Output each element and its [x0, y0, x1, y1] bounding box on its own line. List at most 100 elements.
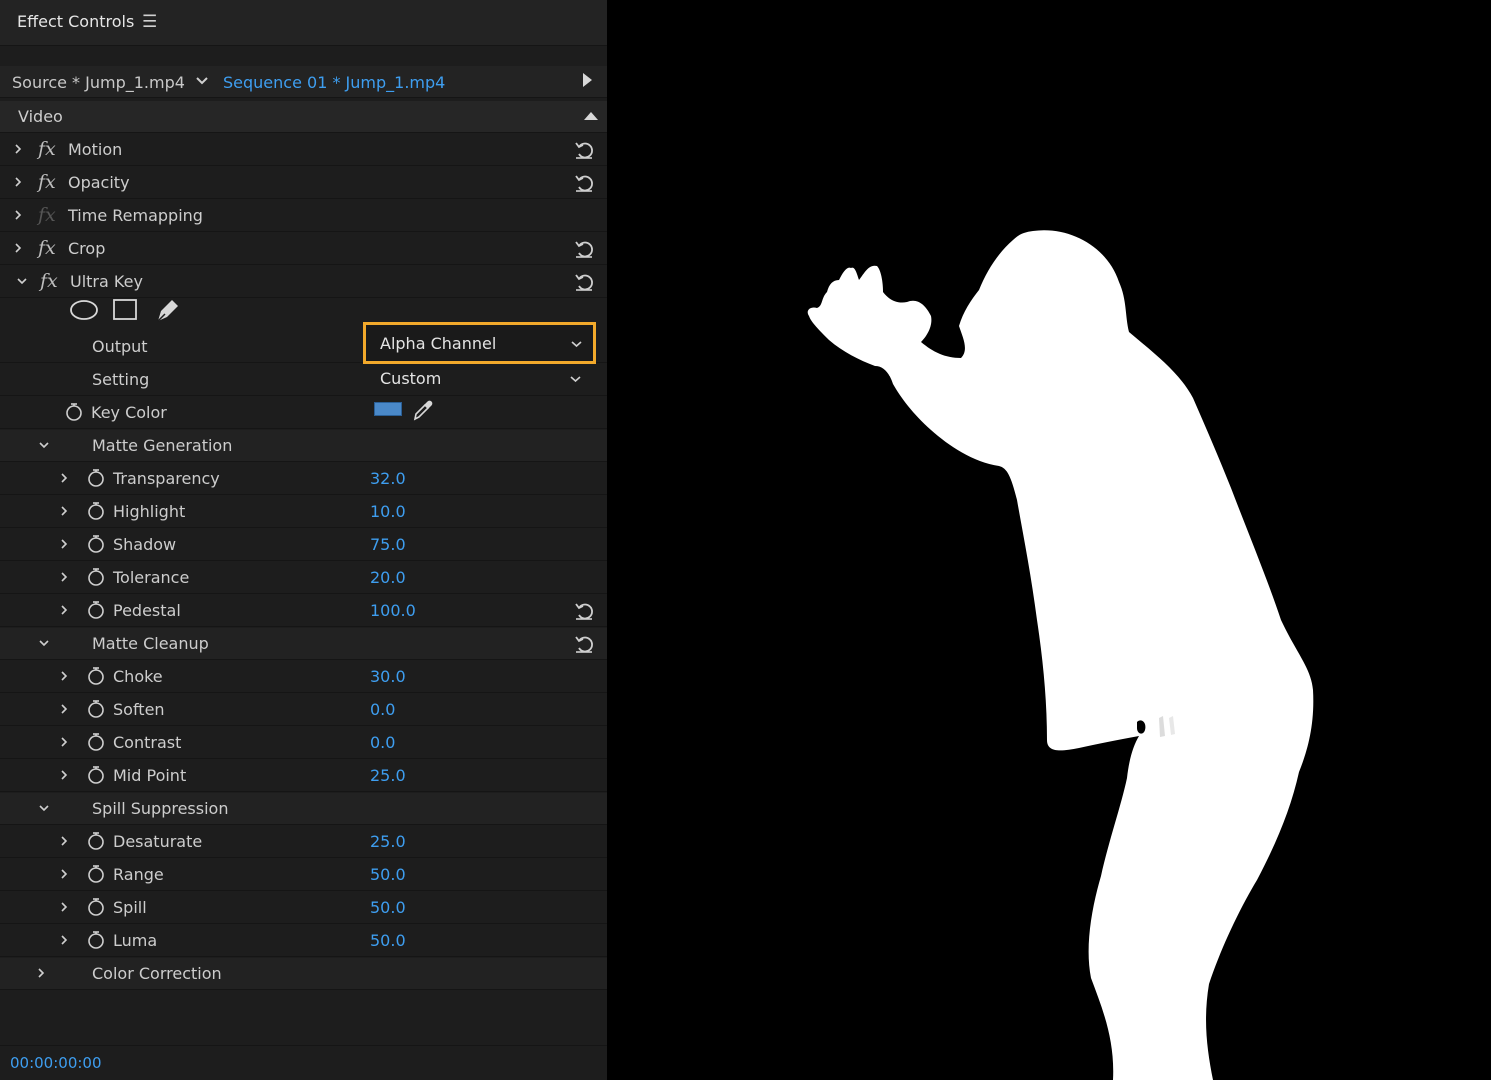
param-row-desaturate[interactable]: Desaturate 25.0: [0, 826, 607, 858]
fx-icon[interactable]: fx: [38, 138, 56, 160]
stopwatch-icon[interactable]: [86, 468, 106, 488]
param-value[interactable]: 50.0: [370, 865, 406, 884]
fx-icon[interactable]: fx: [40, 270, 58, 292]
reset-icon[interactable]: [573, 139, 595, 161]
param-value[interactable]: 75.0: [370, 535, 406, 554]
chevron-right-icon[interactable]: [12, 209, 24, 221]
output-dropdown[interactable]: Alpha Channel: [363, 322, 596, 364]
reset-icon[interactable]: [573, 633, 595, 655]
param-row-shadow[interactable]: Shadow 75.0: [0, 529, 607, 561]
stopwatch-icon[interactable]: [86, 765, 106, 785]
sequence-clip-label[interactable]: Sequence 01 * Jump_1.mp4: [223, 73, 445, 92]
chevron-right-icon[interactable]: [58, 835, 70, 847]
effect-row-motion[interactable]: fx Motion: [0, 134, 607, 166]
eyedropper-icon[interactable]: [411, 398, 435, 422]
chevron-right-icon[interactable]: [58, 736, 70, 748]
output-label: Output: [92, 337, 148, 356]
param-row-range[interactable]: Range 50.0: [0, 859, 607, 891]
rectangle-mask-icon[interactable]: [113, 299, 137, 320]
pen-mask-icon[interactable]: [157, 300, 178, 322]
chevron-right-icon[interactable]: [12, 143, 24, 155]
param-row-contrast[interactable]: Contrast 0.0: [0, 727, 607, 759]
param-value[interactable]: 50.0: [370, 898, 406, 917]
reset-icon[interactable]: [573, 172, 595, 194]
chevron-right-icon[interactable]: [58, 703, 70, 715]
fx-icon[interactable]: fx: [38, 171, 56, 193]
chevron-down-icon[interactable]: [570, 338, 583, 350]
collapse-up-icon[interactable]: [584, 112, 598, 120]
param-value[interactable]: 25.0: [370, 766, 406, 785]
effect-row-time-remapping[interactable]: fx Time Remapping: [0, 200, 607, 232]
chevron-down-icon[interactable]: [38, 637, 50, 649]
param-row-tolerance[interactable]: Tolerance 20.0: [0, 562, 607, 594]
stopwatch-icon[interactable]: [86, 501, 106, 521]
chevron-down-icon[interactable]: [38, 439, 50, 451]
chevron-right-icon[interactable]: [58, 670, 70, 682]
chevron-right-icon[interactable]: [35, 967, 47, 979]
stopwatch-icon[interactable]: [86, 666, 106, 686]
param-row-luma[interactable]: Luma 50.0: [0, 925, 607, 957]
fx-icon[interactable]: fx: [38, 237, 56, 259]
ellipse-mask-icon[interactable]: [70, 300, 98, 320]
param-row-pedestal[interactable]: Pedestal 100.0: [0, 595, 607, 627]
chevron-down-icon[interactable]: [194, 72, 210, 90]
chevron-right-icon[interactable]: [12, 242, 24, 254]
param-row-choke[interactable]: Choke 30.0: [0, 661, 607, 693]
param-row-transparency[interactable]: Transparency 32.0: [0, 463, 607, 495]
chevron-right-icon[interactable]: [58, 571, 70, 583]
param-value[interactable]: 0.0: [370, 700, 395, 719]
video-section-header[interactable]: Video: [0, 101, 607, 133]
setting-dropdown[interactable]: Custom: [367, 362, 592, 396]
param-row-soften[interactable]: Soften 0.0: [0, 694, 607, 726]
effect-row-crop[interactable]: fx Crop: [0, 233, 607, 265]
group-row-color-correction[interactable]: Color Correction: [0, 958, 607, 990]
group-row-matte-cleanup[interactable]: Matte Cleanup: [0, 628, 607, 660]
effect-row-ultra-key[interactable]: fx Ultra Key: [0, 266, 607, 298]
stopwatch-icon[interactable]: [86, 699, 106, 719]
chevron-down-icon[interactable]: [16, 275, 28, 287]
param-value[interactable]: 25.0: [370, 832, 406, 851]
reset-icon[interactable]: [573, 600, 595, 622]
stopwatch-icon[interactable]: [64, 402, 84, 422]
param-value[interactable]: 0.0: [370, 733, 395, 752]
stopwatch-icon[interactable]: [86, 732, 106, 752]
param-row-spill[interactable]: Spill 50.0: [0, 892, 607, 924]
param-value[interactable]: 50.0: [370, 931, 406, 950]
panel-title[interactable]: Effect Controls: [17, 12, 134, 31]
param-row-mid-point[interactable]: Mid Point 25.0: [0, 760, 607, 792]
reset-icon[interactable]: [573, 271, 595, 293]
chevron-down-icon[interactable]: [569, 373, 582, 385]
stopwatch-icon[interactable]: [86, 600, 106, 620]
chevron-right-icon[interactable]: [58, 769, 70, 781]
stopwatch-icon[interactable]: [86, 567, 106, 587]
chevron-down-icon[interactable]: [38, 802, 50, 814]
key-color-swatch[interactable]: [374, 402, 402, 416]
chevron-right-icon[interactable]: [58, 934, 70, 946]
chevron-right-icon[interactable]: [58, 505, 70, 517]
play-triangle-icon[interactable]: [583, 73, 592, 87]
param-value[interactable]: 32.0: [370, 469, 406, 488]
effect-row-opacity[interactable]: fx Opacity: [0, 167, 607, 199]
chevron-right-icon[interactable]: [58, 868, 70, 880]
chevron-right-icon[interactable]: [58, 472, 70, 484]
stopwatch-icon[interactable]: [86, 930, 106, 950]
stopwatch-icon[interactable]: [86, 534, 106, 554]
hamburger-icon[interactable]: ☰: [142, 12, 157, 32]
chevron-right-icon[interactable]: [12, 176, 24, 188]
chevron-right-icon[interactable]: [58, 901, 70, 913]
param-row-highlight[interactable]: Highlight 10.0: [0, 496, 607, 528]
param-value[interactable]: 20.0: [370, 568, 406, 587]
chevron-right-icon[interactable]: [58, 604, 70, 616]
param-value[interactable]: 100.0: [370, 601, 416, 620]
param-value[interactable]: 10.0: [370, 502, 406, 521]
reset-icon[interactable]: [573, 238, 595, 260]
chevron-right-icon[interactable]: [58, 538, 70, 550]
timecode[interactable]: 00:00:00:00: [10, 1054, 102, 1072]
source-clip-label[interactable]: Source * Jump_1.mp4: [12, 73, 185, 92]
stopwatch-icon[interactable]: [86, 897, 106, 917]
param-value[interactable]: 30.0: [370, 667, 406, 686]
group-row-spill-suppression[interactable]: Spill Suppression: [0, 793, 607, 825]
group-row-matte-generation[interactable]: Matte Generation: [0, 430, 607, 462]
stopwatch-icon[interactable]: [86, 864, 106, 884]
stopwatch-icon[interactable]: [86, 831, 106, 851]
